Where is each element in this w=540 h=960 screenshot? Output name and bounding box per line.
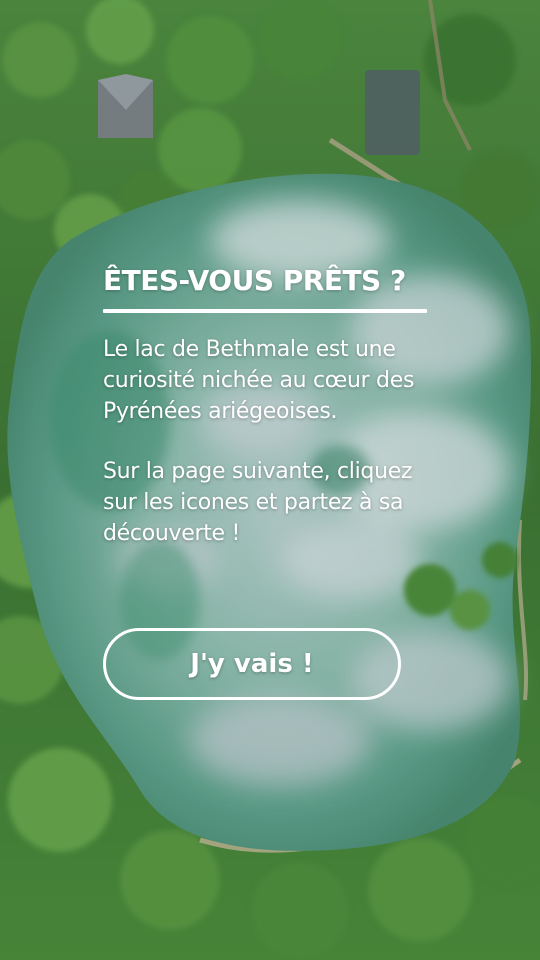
page-title: ÊTES-VOUS PRÊTS ? — [103, 264, 406, 297]
intro-screen: ÊTES-VOUS PRÊTS ? Le lac de Bethmale est… — [0, 0, 540, 960]
intro-content: ÊTES-VOUS PRÊTS ? Le lac de Bethmale est… — [103, 262, 433, 549]
instructions-paragraph: Sur la page suivante, cliquez sur les ic… — [103, 459, 413, 546]
start-button[interactable]: J'y vais ! — [103, 628, 401, 700]
intro-paragraph: Le lac de Bethmale est une curiosité nic… — [103, 337, 415, 424]
title-underline — [103, 309, 427, 313]
